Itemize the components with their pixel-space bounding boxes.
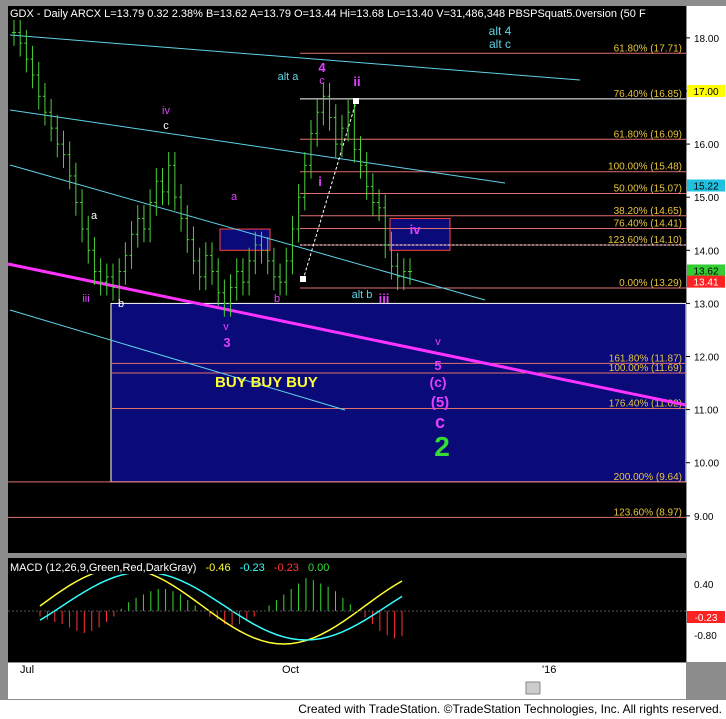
x-tick-label: Jul — [20, 664, 34, 676]
price-flag-label: 13.41 — [693, 278, 718, 289]
fib-label: 100.00% (11.69) — [609, 363, 682, 374]
fib-label: 38.20% (14.65) — [614, 206, 682, 217]
x-tick-label: Oct — [282, 664, 299, 676]
fib-label: 123.60% (14.10) — [608, 235, 682, 246]
wave-label: ii — [353, 74, 360, 89]
fib-label: 76.40% (14.41) — [614, 219, 682, 230]
fib-label: 100.00% (15.48) — [608, 162, 682, 173]
wave-label: iii — [82, 293, 89, 305]
wave-label: c — [163, 120, 169, 132]
wave-label: alt 4 — [489, 24, 512, 38]
y-tick-label: 10.00 — [694, 459, 719, 470]
y-tick-label: 15.00 — [694, 193, 719, 204]
macd-flag-label: -0.23 — [695, 613, 718, 624]
macd-label: MACD (12,26,9,Green,Red,DarkGray) — [10, 562, 197, 574]
fib-label: 0.00% (13.29) — [619, 278, 682, 289]
wave-label: c — [319, 75, 325, 87]
wave-label: b — [118, 298, 124, 310]
time-axis-panel — [8, 663, 686, 699]
price-flag-label: 17.00 — [693, 87, 718, 98]
wave-label: 5 — [434, 358, 441, 373]
y-tick-label: 13.00 — [694, 299, 719, 310]
macd-tick-label: 0.40 — [694, 580, 714, 591]
price-axis-panel — [687, 6, 726, 662]
wave-label: a — [91, 210, 98, 222]
fib-label: 61.80% (17.71) — [614, 43, 682, 54]
y-tick-label: 11.00 — [694, 406, 719, 417]
wave-label: (5) — [431, 394, 449, 411]
fib-label: 76.40% (16.85) — [614, 89, 682, 100]
wave-label: 3 — [223, 335, 230, 350]
macd-value-3: -0.23 — [273, 562, 299, 574]
macd-value-4: 0.00 — [307, 562, 330, 574]
wave-label: 2 — [434, 431, 450, 462]
fib-label: 176.40% (11.02) — [609, 399, 682, 410]
swing-high-marker — [353, 98, 359, 104]
buy-label: BUY BUY BUY — [215, 374, 318, 391]
y-tick-label: 9.00 — [694, 512, 714, 523]
wave-label: (c) — [429, 374, 446, 390]
macd-header: MACD (12,26,9,Green,Red,DarkGray) -0.46 … — [10, 562, 336, 574]
x-tick-label: '16 — [542, 664, 556, 676]
wave-label: iv — [162, 105, 170, 117]
swing-low-marker — [300, 276, 306, 282]
footer-credit: Created with TradeStation. ©TradeStation… — [0, 700, 726, 719]
fib-label: 200.00% (9.64) — [614, 472, 682, 483]
wave-label: alt a — [278, 71, 300, 83]
y-tick-label: 18.00 — [694, 34, 719, 45]
wave-label: a — [231, 191, 238, 203]
fib-label: 50.00% (15.07) — [614, 183, 682, 194]
y-tick-label: 16.00 — [694, 140, 719, 151]
wave-label: v — [435, 336, 441, 348]
chart-window: 61.80% (17.71) 76.40% (16.85) 61.80% (16.0… — [0, 0, 726, 719]
fib-label: 123.60% (8.97) — [614, 507, 682, 518]
price-flag-label: 15.22 — [693, 182, 718, 193]
wave-label: iv — [410, 222, 422, 237]
buy-zone-box — [110, 302, 687, 483]
wave-label: i — [318, 174, 322, 189]
fib-label: 61.80% (16.09) — [614, 129, 682, 140]
wave-label: alt c — [489, 37, 511, 51]
y-tick-label: 14.00 — [694, 246, 719, 257]
y-tick-label: 12.00 — [694, 353, 719, 364]
macd-value-1: -0.46 — [205, 562, 231, 574]
chart-header: GDX - Daily ARCX L=13.79 0.32 2.38% B=13… — [10, 8, 646, 20]
price-chart[interactable]: 61.80% (17.71) 76.40% (16.85) 61.80% (16.0… — [0, 0, 726, 719]
wave-label: 4 — [318, 60, 326, 75]
wave-label: alt b — [352, 289, 373, 301]
scroll-handle — [525, 681, 541, 695]
wave-label: iii — [379, 291, 390, 306]
wave-label: b — [274, 293, 280, 305]
wave-label: v — [223, 321, 229, 333]
wave-label: c — [435, 412, 445, 432]
macd-tick-label: -0.80 — [694, 631, 717, 642]
macd-value-2: -0.23 — [239, 562, 265, 574]
